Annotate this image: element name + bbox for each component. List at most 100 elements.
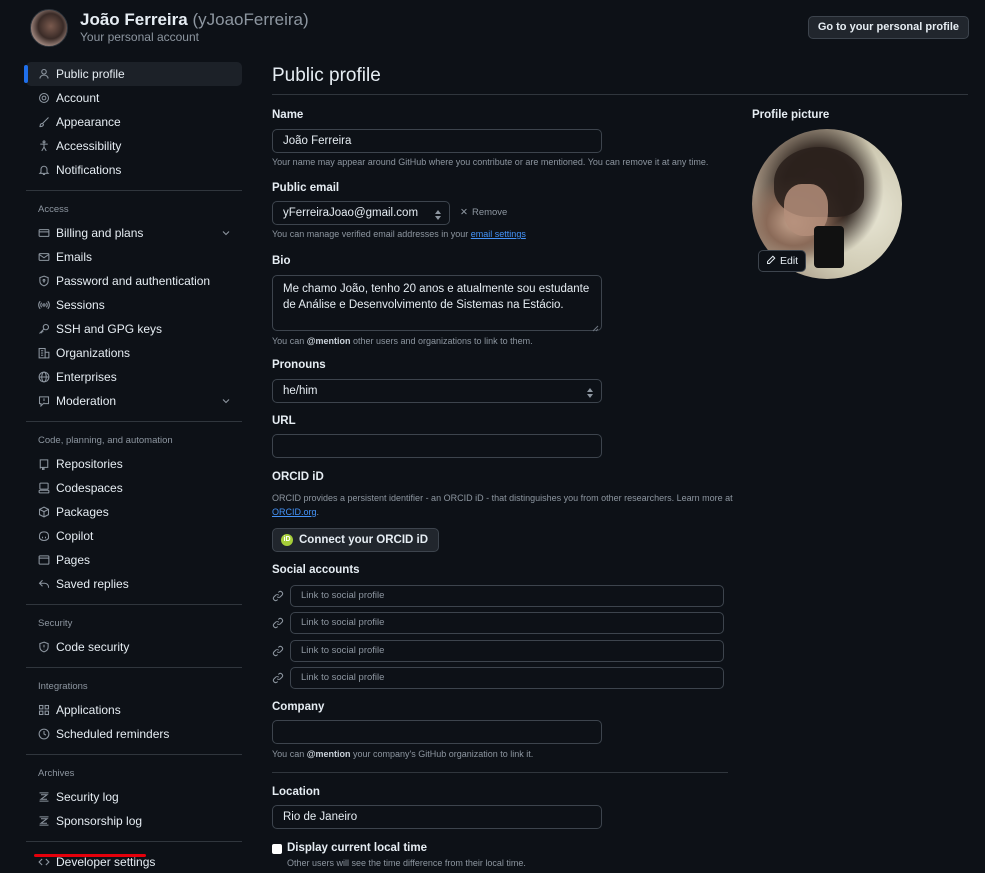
public-email-select[interactable]: yFerreiraJoao@gmail.com bbox=[272, 201, 450, 225]
clock-icon bbox=[38, 728, 50, 740]
company-label: Company bbox=[272, 701, 325, 713]
orcid-label: ORCID iD bbox=[272, 471, 324, 483]
bell-icon bbox=[38, 164, 50, 176]
sidebar-item-scheduled-reminders[interactable]: Scheduled reminders bbox=[26, 722, 242, 746]
social-link-field[interactable]: Link to social profile bbox=[290, 585, 724, 607]
connect-orcid-label: Connect your ORCID iD bbox=[299, 534, 429, 546]
go-to-personal-profile-button[interactable]: Go to your personal profile bbox=[807, 16, 969, 39]
sidebar-item-notifications[interactable]: Notifications bbox=[26, 158, 242, 182]
account-login: (yJoaoFerreira) bbox=[192, 10, 309, 29]
sidebar-item-copilot[interactable]: Copilot bbox=[26, 524, 242, 548]
social-link-field[interactable]: Link to social profile bbox=[290, 667, 724, 689]
log-icon bbox=[38, 815, 50, 827]
sidebar-item-label: Code security bbox=[56, 640, 130, 654]
sidebar-divider bbox=[26, 841, 242, 842]
chevron-down-icon[interactable] bbox=[220, 227, 232, 242]
sidebar-item-label: Appearance bbox=[56, 115, 121, 129]
company-note-prefix: You can bbox=[272, 749, 307, 759]
url-field[interactable] bbox=[272, 434, 602, 458]
key-icon bbox=[38, 323, 50, 335]
shield-icon bbox=[38, 641, 50, 653]
shield-lock-icon bbox=[38, 275, 50, 287]
account-subtitle: Your personal account bbox=[80, 30, 199, 44]
edit-profile-picture-button[interactable]: Edit bbox=[758, 250, 807, 272]
sidebar-item-security-log[interactable]: Security log bbox=[26, 785, 242, 809]
sidebar-item-emails[interactable]: Emails bbox=[26, 245, 242, 269]
bio-note-mention: @mention bbox=[306, 336, 351, 346]
orcid-org-link[interactable]: ORCID.org bbox=[272, 507, 317, 517]
local-time-label[interactable]: Display current local time bbox=[287, 842, 427, 854]
connect-orcid-button[interactable]: iD Connect your ORCID iD bbox=[272, 528, 440, 552]
sidebar-item-pages[interactable]: Pages bbox=[26, 548, 242, 572]
sidebar-item-sessions[interactable]: Sessions bbox=[26, 293, 242, 317]
sidebar-heading-integrations: Integrations bbox=[38, 681, 88, 692]
orcid-note-link-line: ORCID.org. bbox=[272, 507, 319, 517]
avatar[interactable] bbox=[30, 9, 68, 47]
resize-handle-icon[interactable] bbox=[592, 321, 599, 332]
repo-icon bbox=[38, 458, 50, 470]
public-email-label: Public email bbox=[272, 182, 340, 194]
bio-textarea[interactable]: Me chamo João, tenho 20 anos e atualment… bbox=[272, 275, 602, 332]
sidebar-item-code-security[interactable]: Code security bbox=[26, 635, 242, 659]
social-link-field[interactable]: Link to social profile bbox=[290, 612, 724, 634]
sidebar-item-label: Saved replies bbox=[56, 577, 129, 591]
sidebar-item-label: Enterprises bbox=[56, 370, 117, 384]
apps-icon bbox=[38, 704, 50, 716]
sidebar-item-enterprises[interactable]: Enterprises bbox=[26, 365, 242, 389]
edit-label: Edit bbox=[780, 255, 799, 267]
email-settings-link[interactable]: email settings bbox=[471, 229, 526, 239]
remove-email-button[interactable]: ✕ Remove bbox=[460, 207, 507, 218]
reply-icon bbox=[38, 578, 50, 590]
copilot-icon bbox=[38, 530, 50, 542]
social-link-field[interactable]: Link to social profile bbox=[290, 640, 724, 662]
sidebar-item-public-profile[interactable]: Public profile bbox=[24, 62, 242, 86]
sidebar-item-organizations[interactable]: Organizations bbox=[26, 341, 242, 365]
company-note-mention: @mention bbox=[306, 749, 351, 759]
sidebar-item-label: Moderation bbox=[56, 394, 117, 408]
sidebar-item-billing[interactable]: Billing and plans bbox=[26, 221, 242, 245]
pronouns-label: Pronouns bbox=[272, 359, 326, 371]
sidebar-item-packages[interactable]: Packages bbox=[26, 500, 242, 524]
sidebar-heading-archives: Archives bbox=[38, 768, 75, 779]
sidebar-item-repositories[interactable]: Repositories bbox=[26, 452, 242, 476]
sidebar-item-account[interactable]: Account bbox=[26, 86, 242, 110]
sidebar-heading-code: Code, planning, and automation bbox=[38, 435, 173, 446]
sidebar-item-label: Pages bbox=[56, 553, 91, 567]
sidebar-item-label: Billing and plans bbox=[56, 226, 144, 240]
company-field[interactable] bbox=[272, 720, 602, 744]
person-icon bbox=[38, 68, 50, 80]
sidebar-item-label: SSH and GPG keys bbox=[56, 322, 163, 336]
sidebar-item-password[interactable]: Password and authentication bbox=[26, 269, 242, 293]
social-link-placeholder: Link to social profile bbox=[301, 590, 385, 601]
name-field[interactable]: João Ferreira bbox=[272, 129, 602, 153]
name-note: Your name may appear around GitHub where… bbox=[272, 157, 709, 167]
broadcast-icon bbox=[38, 299, 50, 311]
sidebar-item-appearance[interactable]: Appearance bbox=[26, 110, 242, 134]
account-display-name: João Ferreira bbox=[80, 10, 188, 29]
account-name: João Ferreira (yJoaoFerreira) bbox=[80, 10, 309, 30]
chevron-down-icon[interactable] bbox=[220, 395, 232, 410]
sidebar-heading-security: Security bbox=[38, 618, 73, 629]
sidebar-item-label: Notifications bbox=[56, 163, 122, 177]
sidebar-item-accessibility[interactable]: Accessibility bbox=[26, 134, 242, 158]
local-time-checkbox[interactable] bbox=[272, 844, 282, 854]
sidebar-item-ssh-gpg[interactable]: SSH and GPG keys bbox=[26, 317, 242, 341]
accessibility-icon bbox=[38, 140, 50, 152]
local-time-note: Other users will see the time difference… bbox=[287, 858, 526, 868]
sidebar-item-saved-replies[interactable]: Saved replies bbox=[26, 572, 242, 596]
orcid-icon: iD bbox=[281, 534, 293, 546]
sidebar-item-label: Account bbox=[56, 91, 100, 105]
sidebar-item-sponsorship-log[interactable]: Sponsorship log bbox=[26, 809, 242, 833]
x-icon: ✕ bbox=[460, 207, 468, 218]
sidebar-item-moderation[interactable]: Moderation bbox=[26, 389, 242, 413]
sidebar-item-label: Password and authentication bbox=[56, 274, 211, 288]
location-field[interactable]: Rio de Janeiro bbox=[272, 805, 602, 829]
pronouns-select[interactable]: he/him bbox=[272, 379, 602, 403]
sidebar-item-label: Scheduled reminders bbox=[56, 727, 170, 741]
bio-note-suffix: other users and organizations to link to… bbox=[350, 336, 533, 346]
page-title: Public profile bbox=[272, 62, 968, 95]
sidebar-divider bbox=[26, 604, 242, 605]
sidebar-item-applications[interactable]: Applications bbox=[26, 698, 242, 722]
bio-value: Me chamo João, tenho 20 anos e atualment… bbox=[283, 283, 590, 311]
sidebar-item-codespaces[interactable]: Codespaces bbox=[26, 476, 242, 500]
